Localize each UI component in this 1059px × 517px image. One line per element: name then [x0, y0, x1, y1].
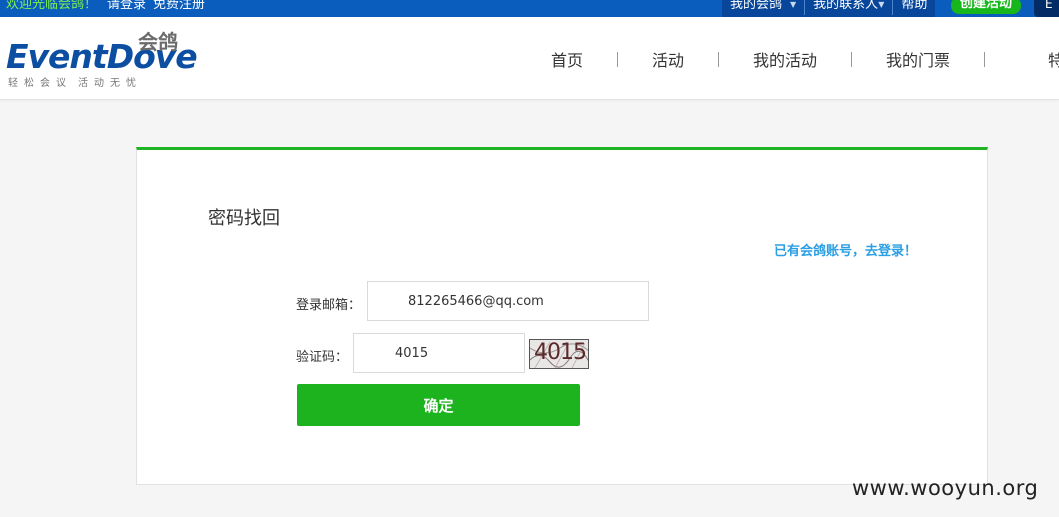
- top-bar: 欢迎光临会鸽！ 请登录 免费注册 我的会鸽 ▼ 我的联系人 ▼ 帮助 创建活动 …: [0, 0, 1059, 17]
- contacts-label: 我的联系人: [813, 0, 879, 12]
- create-event-button[interactable]: 创建活动: [951, 0, 1021, 14]
- nav-divider: [718, 51, 720, 67]
- nav-events[interactable]: 活动: [652, 47, 684, 71]
- chevron-down-icon: ▼: [790, 0, 797, 9]
- my-eventdove-label: 我的会鸽: [730, 0, 783, 12]
- help-link[interactable]: 帮助: [893, 0, 935, 15]
- language-switch[interactable]: E: [1034, 0, 1059, 17]
- main-nav: 首页 活动 我的活动 我的门票: [551, 47, 1019, 71]
- contacts-menu[interactable]: 我的联系人 ▼: [805, 0, 894, 15]
- existing-account-login-link[interactable]: 已有会鸽账号，去登录！: [774, 240, 917, 259]
- captcha-image-text: 4015: [534, 340, 587, 365]
- nav-home[interactable]: 首页: [551, 47, 583, 71]
- top-bar-menu: 我的会鸽 ▼ 我的联系人 ▼ 帮助: [722, 0, 936, 17]
- login-link[interactable]: 请登录: [107, 0, 146, 11]
- logo-tagline: 轻松会议 活动无忧: [8, 78, 142, 89]
- captcha-label: 验证码：: [296, 350, 349, 365]
- confirm-button[interactable]: 确定: [297, 384, 580, 426]
- help-label: 帮助: [901, 0, 928, 12]
- page-title: 密码找回: [208, 208, 280, 229]
- chevron-down-icon: ▼: [878, 0, 885, 9]
- email-field[interactable]: [367, 281, 649, 321]
- email-label: 登录邮箱：: [296, 298, 362, 313]
- nav-special[interactable]: 特: [1048, 47, 1059, 71]
- nav-divider: [851, 51, 853, 67]
- site-header: EventDove 会鸽 轻松会议 活动无忧 首页 活动 我的活动 我的门票 特: [0, 17, 1059, 100]
- captcha-image[interactable]: 4015: [529, 339, 589, 369]
- captcha-field[interactable]: [353, 333, 525, 373]
- nav-my-events[interactable]: 我的活动: [753, 47, 817, 71]
- welcome-text: 欢迎光临会鸽！: [6, 0, 98, 12]
- logo-cn-name: 会鸽: [138, 30, 178, 54]
- eventdove-logo[interactable]: EventDove 会鸽 轻松会议 活动无忧: [6, 30, 198, 89]
- watermark: www.wooyun.org: [852, 476, 1039, 500]
- password-recovery-card: 密码找回 已有会鸽账号，去登录！ 登录邮箱： 验证码： 4015 确定: [136, 147, 988, 485]
- register-link[interactable]: 免费注册: [153, 0, 205, 11]
- nav-my-tickets[interactable]: 我的门票: [886, 47, 950, 71]
- nav-divider: [984, 51, 986, 67]
- nav-divider: [617, 51, 619, 67]
- my-eventdove-menu[interactable]: 我的会鸽 ▼: [722, 0, 806, 15]
